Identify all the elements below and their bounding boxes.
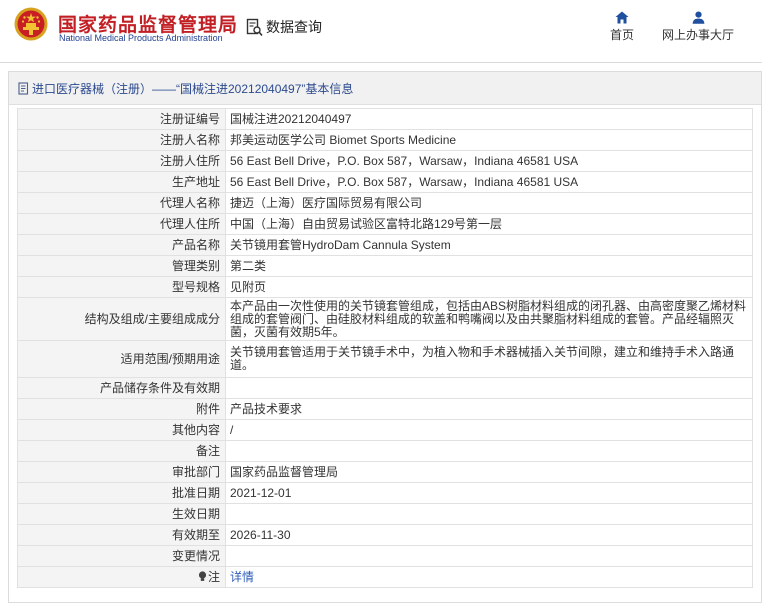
field-label: 型号规格 (17, 276, 226, 298)
field-value: 关节镜用套管HydroDam Cannula System (225, 234, 753, 256)
table-row: 型号规格 见附页 (17, 276, 753, 298)
table-row: 生效日期 (17, 503, 753, 525)
document-icon (18, 81, 29, 95)
field-value: / (225, 419, 753, 441)
site-header: 国家药品监督管理局 National Medical Products Admi… (0, 0, 762, 63)
nav-home-label: 首页 (609, 28, 634, 42)
field-value: 第二类 (225, 255, 753, 277)
table-row: 变更情况 (17, 545, 753, 567)
field-value: 产品技术要求 (225, 398, 753, 420)
field-label: 产品名称 (17, 234, 226, 256)
table-row: 注册证编号 国械注进20212040497 (17, 108, 753, 130)
field-label: 有效期至 (17, 524, 226, 546)
field-value: 56 East Bell Drive，P.O. Box 587，Warsaw，I… (225, 150, 753, 172)
field-label: 注册证编号 (17, 108, 226, 130)
table-row: 批准日期 2021-12-01 (17, 482, 753, 504)
table-row: 代理人名称 捷迈（上海）医疗国际贸易有限公司 (17, 192, 753, 214)
field-label: 生效日期 (17, 503, 226, 525)
note-value-cell: 详情 (225, 566, 753, 588)
field-label: 生产地址 (17, 171, 226, 193)
nav-online-hall-label: 网上办事大厅 (661, 28, 734, 42)
field-label: 变更情况 (17, 545, 226, 567)
table-row: 产品名称 关节镜用套管HydroDam Cannula System (17, 234, 753, 256)
field-value: 中国（上海）自由贸易试验区富特北路129号第一层 (225, 213, 753, 235)
field-label: 其他内容 (17, 419, 226, 441)
note-label: 注 (207, 569, 220, 584)
data-query-label: 数据查询 (266, 19, 322, 35)
field-label: 批准日期 (17, 482, 226, 504)
user-icon (692, 11, 704, 24)
table-row: 审批部门 国家药品监督管理局 (17, 461, 753, 483)
brand-subtitle: National Medical Products Administration (59, 33, 223, 43)
home-icon (615, 11, 629, 24)
table-row: 管理类别 第二类 (17, 255, 753, 277)
table-row: 代理人住所 中国（上海）自由贸易试验区富特北路129号第一层 (17, 213, 753, 235)
field-value: 国家药品监督管理局 (225, 461, 753, 483)
field-value: 2021-12-01 (225, 482, 753, 504)
field-label: 代理人名称 (17, 192, 226, 214)
field-value (225, 503, 753, 525)
breadcrumb: 进口医疗器械（注册）——“国械注进20212040497”基本信息 (32, 81, 354, 96)
field-value: 捷迈（上海）医疗国际贸易有限公司 (225, 192, 753, 214)
field-label: 备注 (17, 440, 226, 462)
field-label: 审批部门 (17, 461, 226, 483)
field-value: 2026-11-30 (225, 524, 753, 546)
note-row: 注 详情 (17, 566, 753, 588)
info-table: 注册证编号 国械注进20212040497 注册人名称 邦美运动医学公司 Bio… (17, 108, 753, 588)
field-label: 注册人名称 (17, 129, 226, 151)
nav-home[interactable]: 首页 (606, 11, 638, 44)
field-value: 邦美运动医学公司 Biomet Sports Medicine (225, 129, 753, 151)
search-document-icon (246, 18, 263, 36)
field-value: 56 East Bell Drive，P.O. Box 587，Warsaw，I… (225, 171, 753, 193)
field-value: 国械注进20212040497 (225, 108, 753, 130)
field-label: 注册人住所 (17, 150, 226, 172)
field-label: 适用范围/预期用途 (17, 340, 226, 378)
field-value (225, 545, 753, 567)
table-row: 生产地址 56 East Bell Drive，P.O. Box 587，War… (17, 171, 753, 193)
table-row: 其他内容 / (17, 419, 753, 441)
header-divider (0, 62, 762, 63)
table-row: 产品储存条件及有效期 (17, 377, 753, 399)
field-label: 结构及组成/主要组成成分 (17, 297, 226, 341)
field-label: 代理人住所 (17, 213, 226, 235)
field-label: 管理类别 (17, 255, 226, 277)
data-query-link[interactable]: 数据查询 (246, 15, 322, 39)
nav-online-hall[interactable]: 网上办事大厅 (660, 11, 736, 44)
table-row: 注册人名称 邦美运动医学公司 Biomet Sports Medicine (17, 129, 753, 151)
detail-title-bar: 进口医疗器械（注册）——“国械注进20212040497”基本信息 (9, 72, 761, 105)
field-value (225, 440, 753, 462)
field-value: 见附页 (225, 276, 753, 298)
field-label: 产品储存条件及有效期 (17, 377, 226, 399)
national-emblem-icon (14, 7, 48, 41)
table-row: 结构及组成/主要组成成分 本产品由一次性使用的关节镜套管组成，包括由ABS树脂材… (17, 297, 753, 341)
detail-card: 进口医疗器械（注册）——“国械注进20212040497”基本信息 注册证编号 … (8, 71, 762, 603)
details-link[interactable]: 详情 (230, 570, 254, 584)
table-row: 注册人住所 56 East Bell Drive，P.O. Box 587，Wa… (17, 150, 753, 172)
table-row: 备注 (17, 440, 753, 462)
field-value: 关节镜用套管适用于关节镜手术中，为植入物和手术器械插入关节间隙，建立和维持手术入… (225, 340, 753, 378)
field-value: 本产品由一次性使用的关节镜套管组成，包括由ABS树脂材料组成的闭孔器、由高密度聚… (225, 297, 753, 341)
lightbulb-icon (198, 570, 207, 581)
note-label-cell: 注 (17, 566, 226, 588)
table-row: 附件 产品技术要求 (17, 398, 753, 420)
table-row: 适用范围/预期用途 关节镜用套管适用于关节镜手术中，为植入物和手术器械插入关节间… (17, 340, 753, 378)
table-row: 有效期至 2026-11-30 (17, 524, 753, 546)
field-label: 附件 (17, 398, 226, 420)
field-value (225, 377, 753, 399)
